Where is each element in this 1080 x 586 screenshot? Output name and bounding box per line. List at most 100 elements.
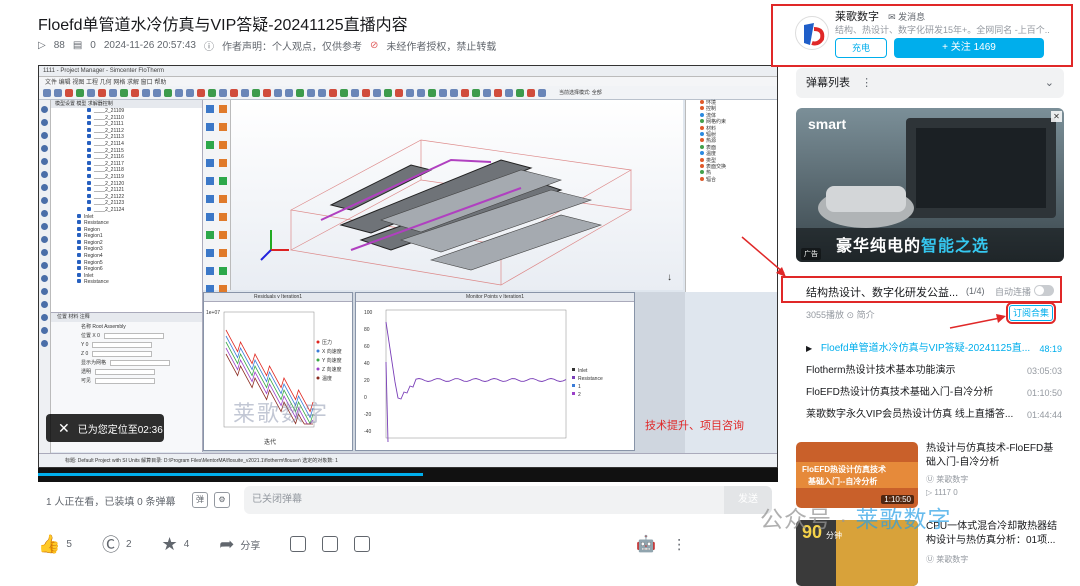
- tree-item[interactable]: ____2_21116: [51, 154, 202, 161]
- property-field[interactable]: [95, 377, 156, 384]
- video-player[interactable]: 1111 - Project Manager - Simcenter FloTh…: [38, 65, 778, 468]
- tree-item[interactable]: Resistance: [51, 279, 202, 286]
- ad-banner[interactable]: smart 豪华纯电的智能之选: [796, 108, 1064, 262]
- video-title: Floefd单管道水冷仿真与VIP答疑-20241125直播内容: [38, 17, 408, 34]
- tree-item[interactable]: ____2_21119: [51, 174, 202, 181]
- star-icon: ★: [161, 533, 178, 554]
- monitor-plot-window: Monitor Points v Iteration1 100 80 60 40 20 0…: [355, 292, 635, 451]
- recommend-title[interactable]: 热设计与仿真技术-FloEFD基础入门-自冷分析: [926, 442, 1062, 470]
- tree-item[interactable]: Region2: [51, 240, 202, 247]
- close-icon[interactable]: ✕: [58, 420, 70, 437]
- residuals-legend-label: 温度: [322, 375, 332, 382]
- resume-toast[interactable]: ✕ 已为您定位至02:36: [46, 414, 164, 442]
- tree-item[interactable]: ____2_21112: [51, 128, 202, 135]
- ad-close-icon[interactable]: ✕: [1051, 111, 1062, 122]
- pipe-assembly-drawing: ↓: [260, 139, 672, 286]
- property-field[interactable]: [92, 341, 153, 348]
- residuals-legend-marker: [316, 367, 320, 371]
- tree-item[interactable]: Inlet: [51, 273, 202, 280]
- tree-item[interactable]: ____2_21121: [51, 187, 202, 194]
- residuals-legend-label: Y 向速度: [322, 357, 342, 364]
- tree-item[interactable]: ____2_21124: [51, 207, 202, 214]
- collection-item-duration: 03:05:03: [1026, 366, 1062, 376]
- uploader-desc: 结构、热设计、数字化研发15年+。全网同名 -上百个...: [835, 25, 1050, 35]
- tree-item[interactable]: Region4: [51, 253, 202, 260]
- residuals-legend-marker: [316, 358, 320, 362]
- recommend-item[interactable]: FloEFD热设计仿真技术 基础入门--自冷分析 1:10:50 热设计与仿真技…: [796, 442, 1064, 508]
- catalog-item[interactable]: 辐合: [686, 177, 777, 183]
- favorite-button[interactable]: ★ 4: [162, 534, 190, 555]
- monitor-plot: 100 80 60 40 20 0 -20 -40 Inlet Resistance 1 2: [364, 309, 603, 443]
- property-label: 位置 X 0: [81, 333, 100, 339]
- danmaku-settings-icon[interactable]: ⚙: [214, 492, 230, 508]
- tree-item[interactable]: ____2_21109: [51, 108, 202, 115]
- tree-item[interactable]: Region1: [51, 233, 202, 240]
- feedback-icon[interactable]: [354, 536, 371, 552]
- monitor-plot-frame: [385, 309, 567, 439]
- tree-item[interactable]: ____2_21120: [51, 181, 202, 188]
- residuals-legend-marker: [316, 340, 320, 344]
- wechat-watermark-name: 莱歌数字: [855, 506, 952, 532]
- property-row: Y 0: [51, 340, 202, 349]
- tree-item[interactable]: ____2_21118: [51, 167, 202, 174]
- danmaku-toggle-icon[interactable]: 弹: [192, 492, 208, 508]
- tree-item[interactable]: ____2_21111: [51, 121, 202, 128]
- collection-list: ▶ Floefd单管道水冷仿真与VIP答疑-20241125直... 48:19 F…: [806, 338, 1062, 426]
- recommend-thumbnail: FloEFD热设计仿真技术 基础入门--自冷分析 1:10:50: [796, 442, 918, 508]
- video-meta: ▷ 88 ▤ 0 2024-11-26 20:57:43 ⓘ 作者声明：个人观点…: [38, 38, 496, 53]
- tree-item[interactable]: ____2_21117: [51, 161, 202, 168]
- thumb-up-icon: 👍: [38, 533, 61, 554]
- tree-item[interactable]: Region3: [51, 246, 202, 253]
- props-name: 名称 Root Assembly: [81, 324, 126, 330]
- tree-item[interactable]: ____2_21114: [51, 141, 202, 148]
- tree-item[interactable]: Inlet: [51, 214, 202, 221]
- play-count: 88: [53, 40, 65, 51]
- autoplay-toggle[interactable]: [1034, 285, 1054, 296]
- monitor-tick-label: -40: [364, 429, 371, 435]
- recommend-stats-text: 1117 0: [934, 488, 958, 497]
- property-field[interactable]: [103, 332, 164, 339]
- tree-item[interactable]: ____2_21110: [51, 115, 202, 122]
- tree-item[interactable]: ____2_21115: [51, 148, 202, 155]
- subscribe-collection-button[interactable]: 订阅合集: [1006, 302, 1056, 324]
- residuals-plot-title: Residuals v Iteration1: [204, 293, 352, 302]
- coin-button[interactable]: Ⓒ 2: [102, 531, 132, 557]
- charge-button[interactable]: 充电: [835, 38, 887, 58]
- tree-item[interactable]: ____2_21123: [51, 200, 202, 207]
- danmaku-input[interactable]: 已关闭弹幕: [244, 486, 724, 514]
- note-icon[interactable]: [290, 536, 307, 552]
- tree-item[interactable]: Resistance: [51, 220, 202, 227]
- collection-item-title: Floefd单管道水冷仿真与VIP答疑-20241125直...: [820, 343, 1031, 354]
- chevron-down-icon: ⌄: [1044, 77, 1054, 89]
- bot-icon[interactable]: 🤖: [636, 534, 656, 554]
- tree-item[interactable]: Region: [51, 227, 202, 234]
- collection-title[interactable]: 结构热设计、数字化研发公益...: [806, 284, 958, 300]
- resume-toast-text: 已为您定位至02:36: [77, 424, 163, 436]
- progress-bar[interactable]: [38, 468, 778, 482]
- tree-item[interactable]: Region5: [51, 260, 202, 267]
- more-icon[interactable]: ⋮: [672, 536, 686, 553]
- app-titlebar: 1111 - Project Manager - Simcenter FloTh…: [39, 66, 777, 77]
- collection-item[interactable]: Flotherm热设计技术基本功能演示 03:05:03: [806, 360, 1062, 382]
- collection-item-duration: 01:10:50: [1026, 388, 1062, 398]
- follow-button[interactable]: + 关注 1469: [894, 38, 1044, 58]
- collection-item[interactable]: 莱歌数字永久VIP会员热设计仿真 线上直播答... 01:44:44: [806, 404, 1062, 426]
- like-button[interactable]: 👍 5: [38, 534, 72, 555]
- monitor-plot-title: Monitor Points v Iteration1: [356, 293, 634, 302]
- uploader-name[interactable]: 莱歌数字: [835, 11, 879, 23]
- share-button[interactable]: ➦ 分享: [219, 534, 260, 555]
- tree-item[interactable]: Region6: [51, 266, 202, 273]
- tree-item[interactable]: ____2_21122: [51, 194, 202, 201]
- property-field[interactable]: [95, 368, 156, 375]
- danmaku-list-toggle[interactable]: 弹幕列表 ⋮ ⌄: [796, 68, 1064, 98]
- info-icon: ⓘ: [203, 42, 214, 53]
- tree-item[interactable]: ____2_21113: [51, 134, 202, 141]
- collection-item[interactable]: FloEFD热设计仿真技术基础入门-自冷分析 01:10:50: [806, 382, 1062, 404]
- message-link[interactable]: ✉ 发消息: [888, 12, 925, 22]
- property-field[interactable]: [110, 359, 171, 366]
- avatar[interactable]: [795, 16, 829, 50]
- property-label: 可见: [81, 378, 92, 384]
- collection-item[interactable]: ▶ Floefd单管道水冷仿真与VIP答疑-20241125直... 48:19: [806, 338, 1062, 360]
- property-field[interactable]: [92, 350, 153, 357]
- pin-icon[interactable]: [322, 536, 339, 552]
